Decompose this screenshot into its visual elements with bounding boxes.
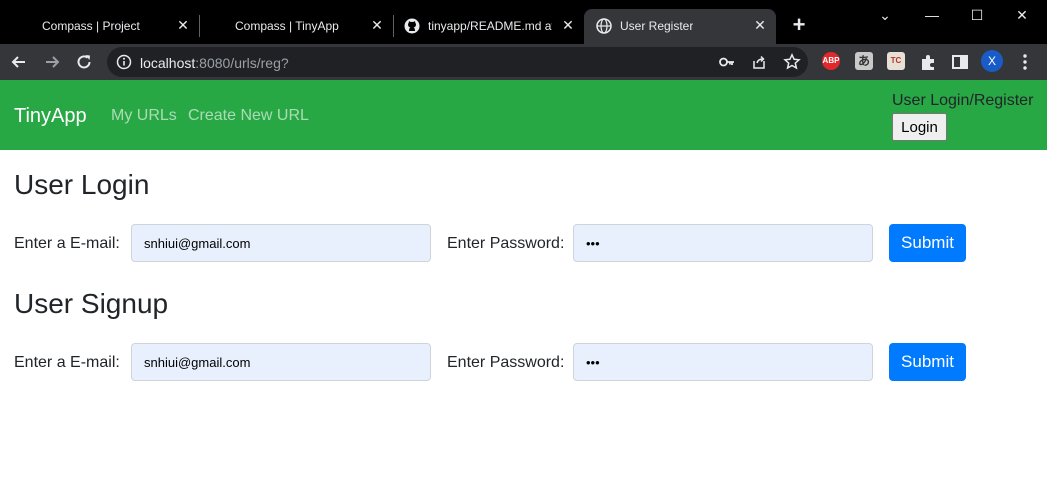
app-navbar: TinyApp My URLs Create New URL User Logi… (0, 80, 1047, 150)
forward-arrow-icon[interactable] (42, 52, 62, 72)
adblock-extension-icon[interactable]: ABP (822, 52, 840, 70)
github-icon (404, 18, 420, 34)
tab-title: Compass | TinyApp (235, 19, 339, 33)
brand-logo[interactable]: TinyApp (14, 105, 87, 128)
login-submit-button[interactable]: Submit (889, 224, 966, 262)
close-tab-icon[interactable]: ✕ (175, 17, 191, 33)
side-panel-icon[interactable] (950, 52, 970, 72)
tab-title: tinyapp/README.md at (428, 19, 552, 33)
nav-create-new-url[interactable]: Create New URL (188, 107, 309, 125)
share-icon[interactable] (751, 54, 767, 70)
address-bar[interactable]: localhost:8080/urls/reg? (107, 47, 808, 77)
auth-label: User Login/Register (892, 92, 1034, 109)
url-text: localhost:8080/urls/reg? (140, 55, 289, 71)
extensions-puzzle-icon[interactable] (919, 52, 939, 72)
login-email-field[interactable] (131, 224, 431, 262)
tab-readme[interactable]: tinyapp/README.md at ✕ (394, 9, 584, 44)
translate-extension-icon[interactable]: あ (855, 52, 873, 70)
close-tab-icon[interactable]: ✕ (560, 17, 576, 33)
login-button[interactable]: Login (892, 113, 947, 141)
tab-search-icon[interactable]: ⌄ (875, 6, 895, 24)
signup-email-label: Enter a E-mail: (14, 354, 120, 371)
new-tab-button[interactable]: + (789, 14, 809, 36)
tab-title: Compass | Project (42, 19, 140, 33)
signup-submit-button[interactable]: Submit (889, 343, 966, 381)
url-host: localhost (140, 55, 196, 71)
signup-password-label: Enter Password: (447, 354, 565, 371)
kebab-menu-icon[interactable] (1015, 52, 1035, 72)
signup-title: User Signup (14, 288, 169, 319)
signup-email-field[interactable] (131, 343, 431, 381)
reload-icon[interactable] (74, 52, 94, 72)
profile-avatar[interactable]: X (981, 50, 1003, 72)
tab-user-register[interactable]: User Register ✕ (584, 9, 776, 44)
tc-extension-icon[interactable]: TC (887, 52, 905, 70)
bookmark-star-icon[interactable] (783, 53, 801, 71)
login-password-label: Enter Password: (447, 235, 565, 252)
signup-password-field[interactable] (573, 343, 873, 381)
nav-my-urls[interactable]: My URLs (111, 107, 177, 125)
key-icon[interactable] (719, 55, 735, 69)
close-tab-icon[interactable]: ✕ (369, 17, 385, 33)
tab-compass-project[interactable]: Compass | Project ✕ (0, 9, 198, 44)
login-email-label: Enter a E-mail: (14, 235, 120, 252)
globe-icon (596, 18, 612, 34)
browser-toolbar: localhost:8080/urls/reg? ABP あ TC X (0, 44, 1047, 80)
tab-title: User Register (620, 19, 694, 33)
maximize-icon[interactable]: ☐ (967, 6, 987, 24)
tab-compass-tinyapp[interactable]: Compass | TinyApp ✕ (200, 9, 392, 44)
window-close-icon[interactable]: ✕ (1012, 6, 1032, 24)
login-title: User Login (14, 169, 150, 200)
url-path: :8080/urls/reg? (195, 55, 289, 71)
login-password-field[interactable] (573, 224, 873, 262)
browser-tab-strip: Compass | Project ✕ Compass | TinyApp ✕ … (0, 0, 1047, 44)
back-arrow-icon[interactable] (9, 52, 29, 72)
site-info-icon[interactable] (116, 54, 132, 70)
close-tab-icon[interactable]: ✕ (752, 17, 768, 33)
minimize-icon[interactable]: — (922, 6, 942, 24)
